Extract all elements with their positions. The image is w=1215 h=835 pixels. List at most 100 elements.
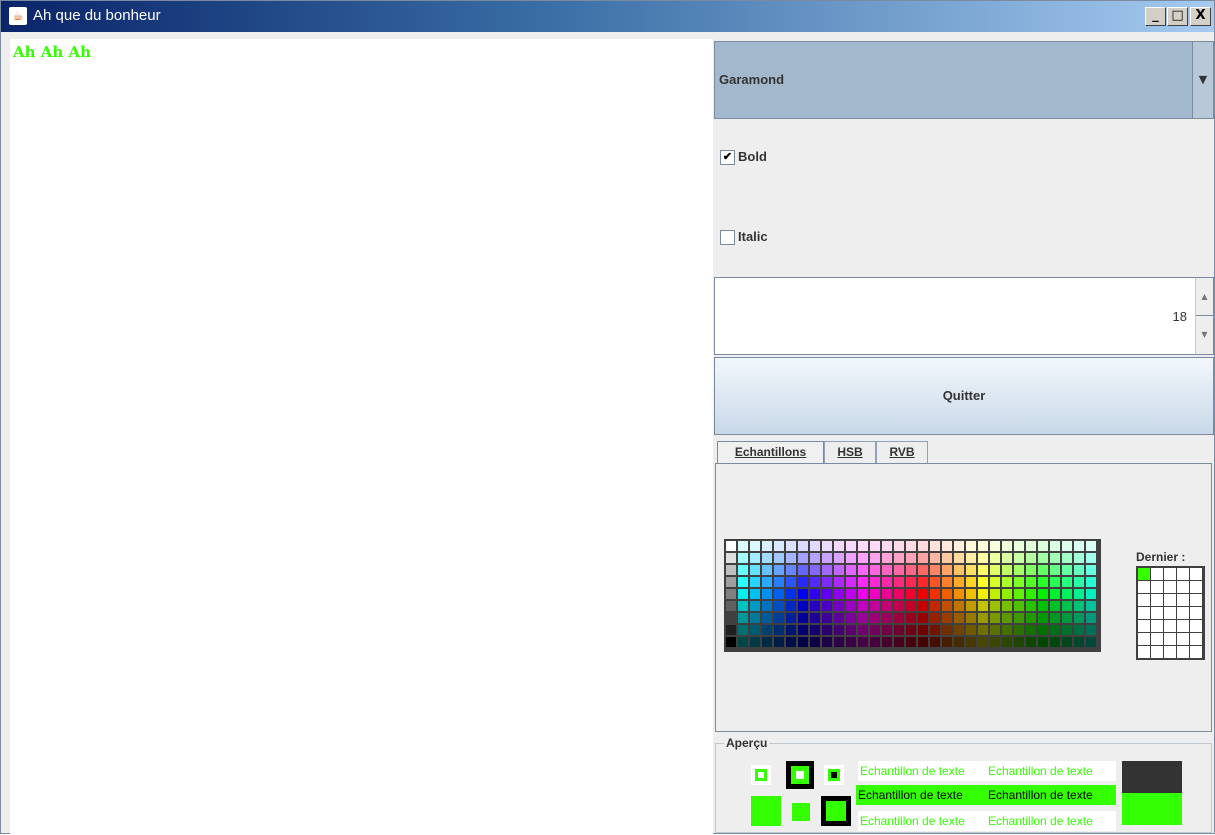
color-swatch[interactable] [906, 565, 916, 575]
color-swatch[interactable] [798, 541, 808, 551]
recent-color-swatch[interactable] [1164, 646, 1176, 658]
color-swatch[interactable] [822, 553, 832, 563]
color-swatch[interactable] [1050, 625, 1060, 635]
color-swatch[interactable] [930, 625, 940, 635]
color-swatch[interactable] [1026, 613, 1036, 623]
color-swatch[interactable] [894, 553, 904, 563]
color-swatch[interactable] [990, 637, 1000, 647]
minimize-button[interactable]: _ [1145, 7, 1166, 26]
color-swatch[interactable] [1086, 589, 1096, 599]
color-swatch[interactable] [786, 577, 796, 587]
recent-color-swatch[interactable] [1190, 620, 1202, 632]
color-swatch[interactable] [762, 613, 772, 623]
color-swatch[interactable] [810, 541, 820, 551]
color-swatch[interactable] [1086, 613, 1096, 623]
color-swatch[interactable] [870, 577, 880, 587]
color-swatch[interactable] [882, 541, 892, 551]
color-swatch[interactable] [1074, 601, 1084, 611]
color-swatch[interactable] [1050, 565, 1060, 575]
color-swatch[interactable] [1086, 637, 1096, 647]
color-swatch[interactable] [930, 577, 940, 587]
color-swatch[interactable] [726, 625, 736, 635]
color-swatch[interactable] [1014, 565, 1024, 575]
color-swatch[interactable] [750, 589, 760, 599]
color-swatch[interactable] [858, 577, 868, 587]
color-swatch[interactable] [942, 565, 952, 575]
color-swatch[interactable] [930, 541, 940, 551]
color-swatch[interactable] [1050, 541, 1060, 551]
color-swatch[interactable] [882, 613, 892, 623]
color-swatch[interactable] [822, 541, 832, 551]
color-swatch[interactable] [1086, 577, 1096, 587]
color-swatch[interactable] [834, 625, 844, 635]
color-swatch[interactable] [1002, 601, 1012, 611]
color-swatch[interactable] [1002, 577, 1012, 587]
color-swatch[interactable] [882, 565, 892, 575]
color-swatch[interactable] [822, 601, 832, 611]
recent-color-swatch[interactable] [1151, 581, 1163, 593]
color-swatch[interactable] [954, 565, 964, 575]
color-swatch[interactable] [738, 613, 748, 623]
color-swatch[interactable] [1026, 637, 1036, 647]
color-swatch[interactable] [1074, 625, 1084, 635]
recent-color-swatch[interactable] [1151, 646, 1163, 658]
color-swatch[interactable] [906, 577, 916, 587]
color-swatch[interactable] [1002, 565, 1012, 575]
color-swatch[interactable] [918, 625, 928, 635]
color-swatch[interactable] [1014, 637, 1024, 647]
color-swatch[interactable] [1074, 613, 1084, 623]
color-swatch[interactable] [894, 589, 904, 599]
color-swatch[interactable] [1002, 625, 1012, 635]
color-swatch[interactable] [1014, 589, 1024, 599]
color-swatch[interactable] [882, 577, 892, 587]
color-swatch[interactable] [978, 625, 988, 635]
color-swatch[interactable] [894, 565, 904, 575]
color-swatch[interactable] [1002, 553, 1012, 563]
color-swatch[interactable] [954, 601, 964, 611]
color-swatch[interactable] [1038, 541, 1048, 551]
spinner-down-icon[interactable]: ▼ [1196, 316, 1213, 353]
color-swatch[interactable] [762, 553, 772, 563]
color-swatch[interactable] [750, 625, 760, 635]
color-swatch[interactable] [966, 589, 976, 599]
color-swatch[interactable] [1038, 577, 1048, 587]
color-swatch[interactable] [846, 601, 856, 611]
color-swatch[interactable] [966, 637, 976, 647]
color-swatch[interactable] [942, 589, 952, 599]
color-swatch[interactable] [1086, 565, 1096, 575]
recent-color-swatch[interactable] [1138, 620, 1150, 632]
color-swatch[interactable] [762, 541, 772, 551]
color-swatch[interactable] [1014, 625, 1024, 635]
color-swatch[interactable] [930, 553, 940, 563]
recent-color-swatch[interactable] [1138, 568, 1150, 580]
color-swatch[interactable] [882, 553, 892, 563]
color-swatch[interactable] [846, 541, 856, 551]
color-swatch[interactable] [726, 613, 736, 623]
color-swatch[interactable] [858, 565, 868, 575]
color-swatch[interactable] [738, 577, 748, 587]
color-swatch[interactable] [1062, 637, 1072, 647]
color-swatch[interactable] [798, 589, 808, 599]
color-swatch[interactable] [990, 553, 1000, 563]
color-swatch[interactable] [894, 541, 904, 551]
color-swatch[interactable] [810, 553, 820, 563]
close-button[interactable]: X [1190, 7, 1211, 26]
color-swatch[interactable] [1062, 613, 1072, 623]
color-swatch[interactable] [1062, 541, 1072, 551]
color-swatch[interactable] [990, 577, 1000, 587]
color-swatch[interactable] [798, 613, 808, 623]
color-swatch[interactable] [846, 577, 856, 587]
color-swatch[interactable] [1086, 553, 1096, 563]
color-swatch[interactable] [870, 625, 880, 635]
color-swatch[interactable] [1050, 613, 1060, 623]
color-swatch[interactable] [774, 601, 784, 611]
color-swatch[interactable] [1050, 577, 1060, 587]
color-swatch[interactable] [1062, 577, 1072, 587]
color-swatch[interactable] [762, 565, 772, 575]
color-swatch[interactable] [942, 577, 952, 587]
recent-color-swatch[interactable] [1151, 568, 1163, 580]
color-swatch[interactable] [906, 625, 916, 635]
color-swatch[interactable] [906, 553, 916, 563]
color-swatch[interactable] [750, 613, 760, 623]
recent-color-swatch[interactable] [1190, 607, 1202, 619]
